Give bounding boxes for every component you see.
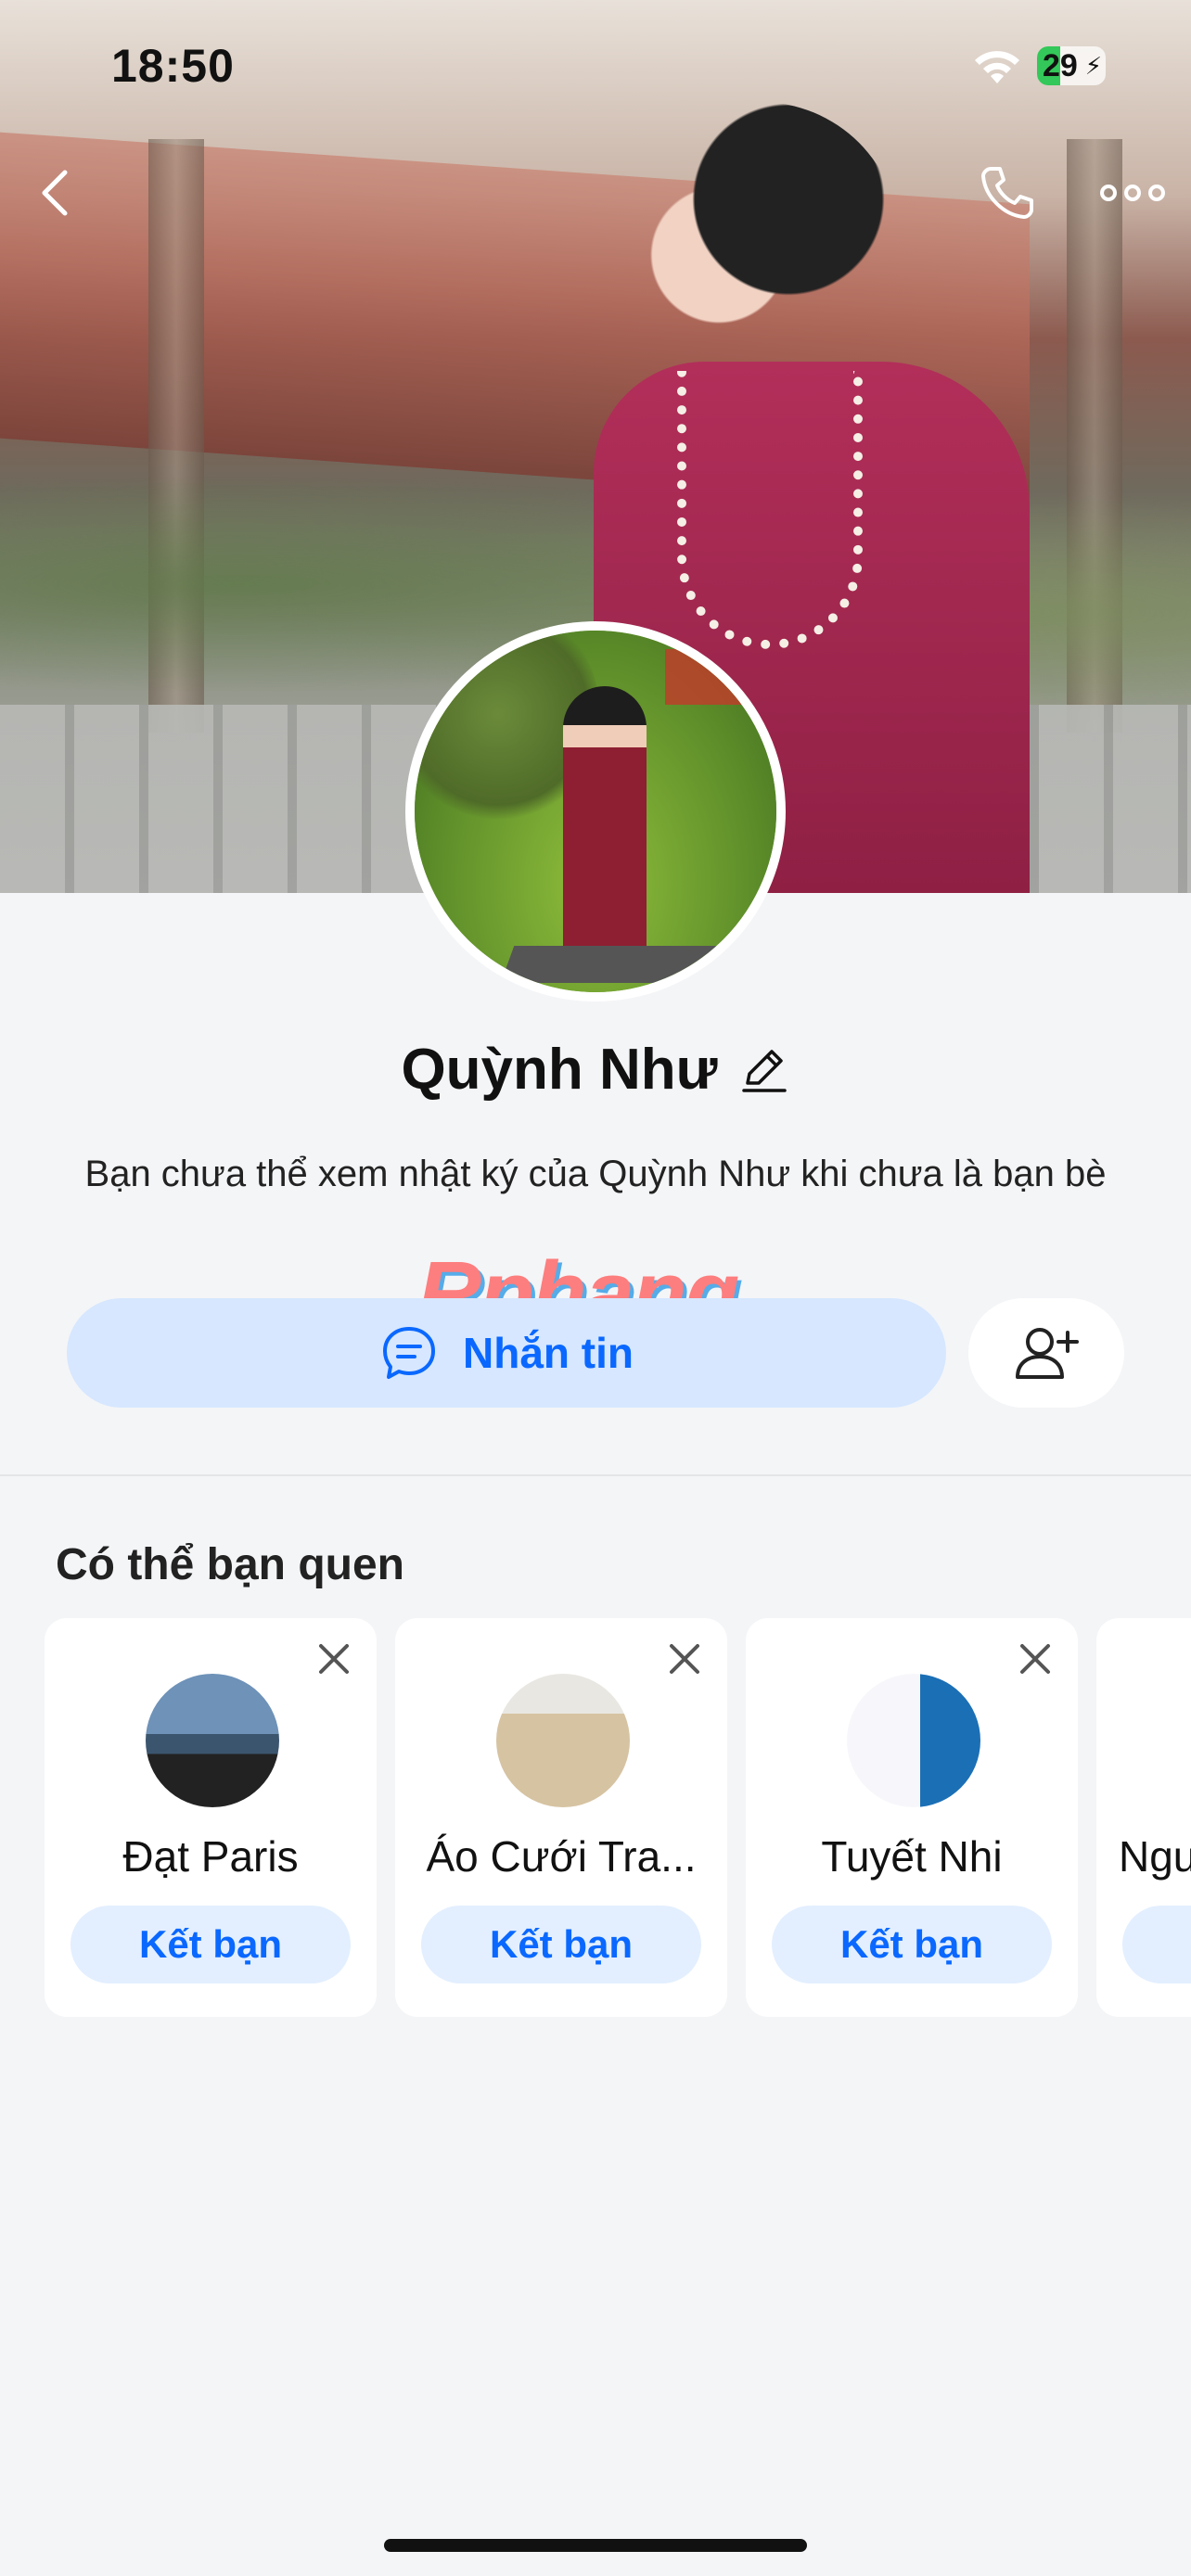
profile-name: Quỳnh Như [401,1038,718,1102]
profile-description: Bạn chưa thể xem nhật ký của Quỳnh Như k… [84,1154,1107,1194]
battery-level: 29 [1043,48,1078,83]
add-friend-card-button[interactable] [1122,1906,1191,1983]
suggestion-name: Tuyết Nhi [821,1832,1003,1881]
status-bar: 18:50 29 ⚡ [0,0,1191,130]
close-icon[interactable] [1015,1639,1056,1679]
close-icon[interactable] [314,1639,354,1679]
add-friend-card-button[interactable]: Kết bạn [772,1906,1052,1983]
close-icon[interactable] [664,1639,705,1679]
wifi-icon [975,51,1019,83]
section-divider [0,1474,1191,1476]
suggestion-name: Ngu [1119,1832,1191,1881]
profile-name-row: Quỳnh Như [0,1037,1191,1103]
phone-icon [981,167,1033,219]
suggestions-carousel[interactable]: Đạt Paris Kết bạn Áo Cưới Tra... Kết bạn… [45,1618,1191,2017]
add-friend-icon [1016,1328,1079,1379]
suggestion-card[interactable]: Áo Cưới Tra... Kết bạn [395,1618,727,2017]
more-icon [1100,185,1165,201]
add-friend-card-button[interactable]: Kết bạn [421,1906,701,1983]
home-indicator[interactable] [384,2539,807,2552]
more-options-button[interactable] [1091,156,1174,230]
add-friend-button[interactable] [968,1298,1124,1408]
status-time: 18:50 [111,40,235,92]
suggestion-name: Áo Cưới Tra... [426,1832,697,1881]
chevron-left-icon [42,170,68,216]
call-button[interactable] [970,156,1044,230]
suggestion-card[interactable]: Ngu [1096,1618,1191,2017]
message-button[interactable]: Nhắn tin [67,1298,946,1408]
suggestions-title: Có thể bạn quen [56,1540,404,1589]
edit-pencil-icon[interactable] [738,1044,790,1096]
suggestion-avatar[interactable] [146,1674,279,1807]
suggestion-avatar[interactable] [847,1674,980,1807]
suggestion-name: Đạt Paris [122,1832,299,1881]
battery-indicator: 29 ⚡ [1037,46,1106,85]
suggestion-avatar[interactable] [496,1674,630,1807]
charging-icon: ⚡ [1084,52,1102,80]
profile-avatar[interactable] [405,621,786,1001]
add-friend-card-button[interactable]: Kết bạn [70,1906,351,1983]
chat-bubble-icon [383,1327,435,1379]
back-button[interactable] [19,156,93,230]
suggestion-card[interactable]: Tuyết Nhi Kết bạn [746,1618,1078,2017]
suggestion-card[interactable]: Đạt Paris Kết bạn [45,1618,377,2017]
message-button-label: Nhắn tin [463,1329,634,1377]
